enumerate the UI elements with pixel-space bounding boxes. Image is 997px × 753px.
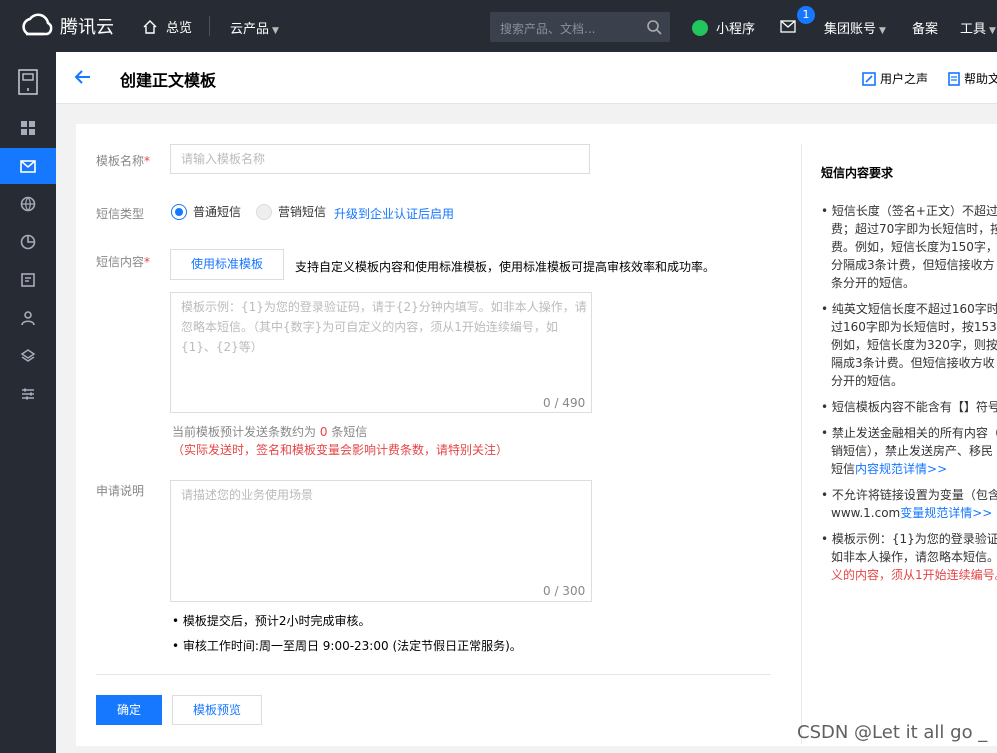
radio-selected-icon [171,203,187,220]
chevron-down-icon: ▼ [989,26,996,36]
template-name-input[interactable]: 请输入模板名称 [170,144,590,174]
requirement-item: • 不允许将链接设置为变量（包含 www.1.com变量规范详情>> [821,488,997,520]
sms-content-textarea[interactable]: 模板示例：{1}为您的登录验证码，请于{2}分钟内填写。如非本人操作，请 忽略本… [170,292,592,413]
content-policy-link[interactable]: 内容规范详情>> [855,462,947,476]
app-icon [18,69,38,95]
list-icon [21,273,35,287]
brand-name: 腾讯云 [60,17,114,38]
template-name-placeholder: 请输入模板名称 [181,152,266,166]
sidebar-item-international[interactable] [0,186,56,222]
chevron-down-icon: ▼ [272,26,279,36]
top-navigation-bar: 腾讯云 总览 云产品 ▼ 搜索产品、文档... 小程序 1 集团账号 ▼ 备案 工具… [0,0,997,52]
confirm-button[interactable]: 确定 [96,695,162,725]
globe-icon [20,196,36,212]
template-preview-button[interactable]: 模板预览 [172,695,262,725]
pie-chart-icon [20,234,36,250]
tools-dropdown[interactable]: 工具 ▼ [960,18,996,37]
account-label: 集团账号 [824,22,877,37]
sidebar-item-settings[interactable] [0,376,56,412]
settings-icon [22,388,34,400]
chevron-down-icon: ▼ [879,26,886,36]
mini-program-icon [692,19,708,36]
sms-estimate: 当前模板预计发送条数约为 0 条短信 [172,425,368,439]
notification-badge: 1 [797,6,815,24]
sms-estimate-warning: （实际发送时，签名和模板变量会影响计费条数，请特别关注） [172,443,509,457]
variable-policy-link[interactable]: 变量规范详情>> [900,506,992,520]
desc-char-counter: 0 / 300 [543,584,586,598]
mini-program-label: 小程序 [716,22,756,37]
search-input[interactable]: 搜索产品、文档... [500,20,595,37]
form-card: 模板名称* 请输入模板名称 短信类型 普通短信 营销短信 升级到企业认证后启用 … [76,124,997,746]
requirement-item: • 禁止发送金融相关的所有内容（ 销短信），禁止发送房产、移民 短信内容规范详情… [821,426,997,476]
template-name-label: 模板名称* [96,154,151,168]
radio-disabled-icon [256,203,272,220]
help-doc-label: 帮助文 [964,72,997,86]
sidebar-item-dashboard[interactable] [0,110,56,146]
radio-marketing-label: 营销短信 [278,205,327,219]
tools-label: 工具 [960,22,987,37]
note-work-hours: • 审核工作时间:周一至周日 9:00-23:00 (法定节假日正常服务)。 [172,639,522,653]
record-link[interactable]: 备案 [912,18,938,37]
nav-products-label: 云产品 [230,22,270,37]
mini-program-link[interactable]: 小程序 [692,18,755,37]
requirements-title: 短信内容要求 [821,166,894,180]
message-icon[interactable] [780,20,796,33]
apply-desc-placeholder: 请描述您的业务使用场景 [181,488,314,502]
sms-content-placeholder: 模板示例：{1}为您的登录验证码，请于{2}分钟内填写。如非本人操作，请 忽略本… [181,300,587,354]
requirement-item: • 模板示例：{1}为您的登录验证码 如非本人操作，请忽略本短信。 义的内容，须… [821,532,997,582]
dashboard-icon [21,121,35,135]
apply-desc-label: 申请说明 [96,484,145,498]
vertical-divider [801,144,802,744]
sms-content-label: 短信内容* [96,255,151,269]
help-doc-link[interactable]: 帮助文 [948,70,997,87]
requirement-item: • 短信模板内容不能含有【】符号 [821,400,997,414]
sidebar-item-packages[interactable] [0,338,56,374]
sidebar [0,52,56,753]
layers-icon [20,349,36,362]
document-icon [948,71,960,86]
page-title: 创建正文模板 [120,71,217,90]
home-icon [143,19,157,34]
note-review-time: • 模板提交后，预计2小时完成审核。 [172,614,371,628]
cloud-logo-icon [22,13,53,36]
standard-template-hint: 支持自定义模板内容和使用标准模板，使用标准模板可提高审核效率和成功率。 [295,260,716,274]
sidebar-item-records[interactable] [0,262,56,298]
edit-icon [862,71,876,86]
requirement-item: • 短信长度（签名+正文）不超过7 费；超过70字即为长短信时，按 费。例如，短… [821,204,997,290]
sidebar-item-statistics[interactable] [0,224,56,260]
sidebar-item-sms[interactable] [0,148,56,184]
nav-products-dropdown[interactable]: 云产品 ▼ [230,18,279,37]
nav-home[interactable]: 总览 [142,17,192,36]
users-icon [21,311,35,326]
upgrade-link[interactable]: 升级到企业认证后启用 [334,205,454,222]
radio-marketing-sms: 营销短信 [256,203,326,220]
divider [96,674,771,675]
search-icon[interactable] [646,19,662,35]
sms-type-label: 短信类型 [96,207,145,221]
sidebar-item-users[interactable] [0,300,56,336]
sidebar-app-icon[interactable] [0,60,56,104]
apply-desc-textarea[interactable]: 请描述您的业务使用场景 0 / 300 [170,480,592,602]
watermark: CSDN @Let it all go _ [797,722,988,743]
user-voice-label: 用户之声 [880,72,929,86]
brand-logo[interactable]: 腾讯云 [18,12,114,40]
page-header: 创建正文模板 用户之声 帮助文 [56,52,997,104]
mail-icon [20,159,36,173]
content-char-counter: 0 / 490 [543,396,586,410]
nav-home-label: 总览 [166,21,193,36]
standard-template-button[interactable]: 使用标准模板 [170,249,284,280]
radio-normal-sms[interactable]: 普通短信 [171,203,241,220]
search-box[interactable]: 搜索产品、文档... [490,12,670,42]
divider [209,16,210,36]
account-dropdown[interactable]: 集团账号 ▼ [824,18,886,37]
radio-normal-label: 普通短信 [193,205,242,219]
user-voice-link[interactable]: 用户之声 [862,70,928,87]
requirement-item: • 纯英文短信长度不超过160字时 过160字即为长短信时，按153字 例如，短… [821,302,997,388]
back-arrow-icon[interactable] [74,68,92,86]
